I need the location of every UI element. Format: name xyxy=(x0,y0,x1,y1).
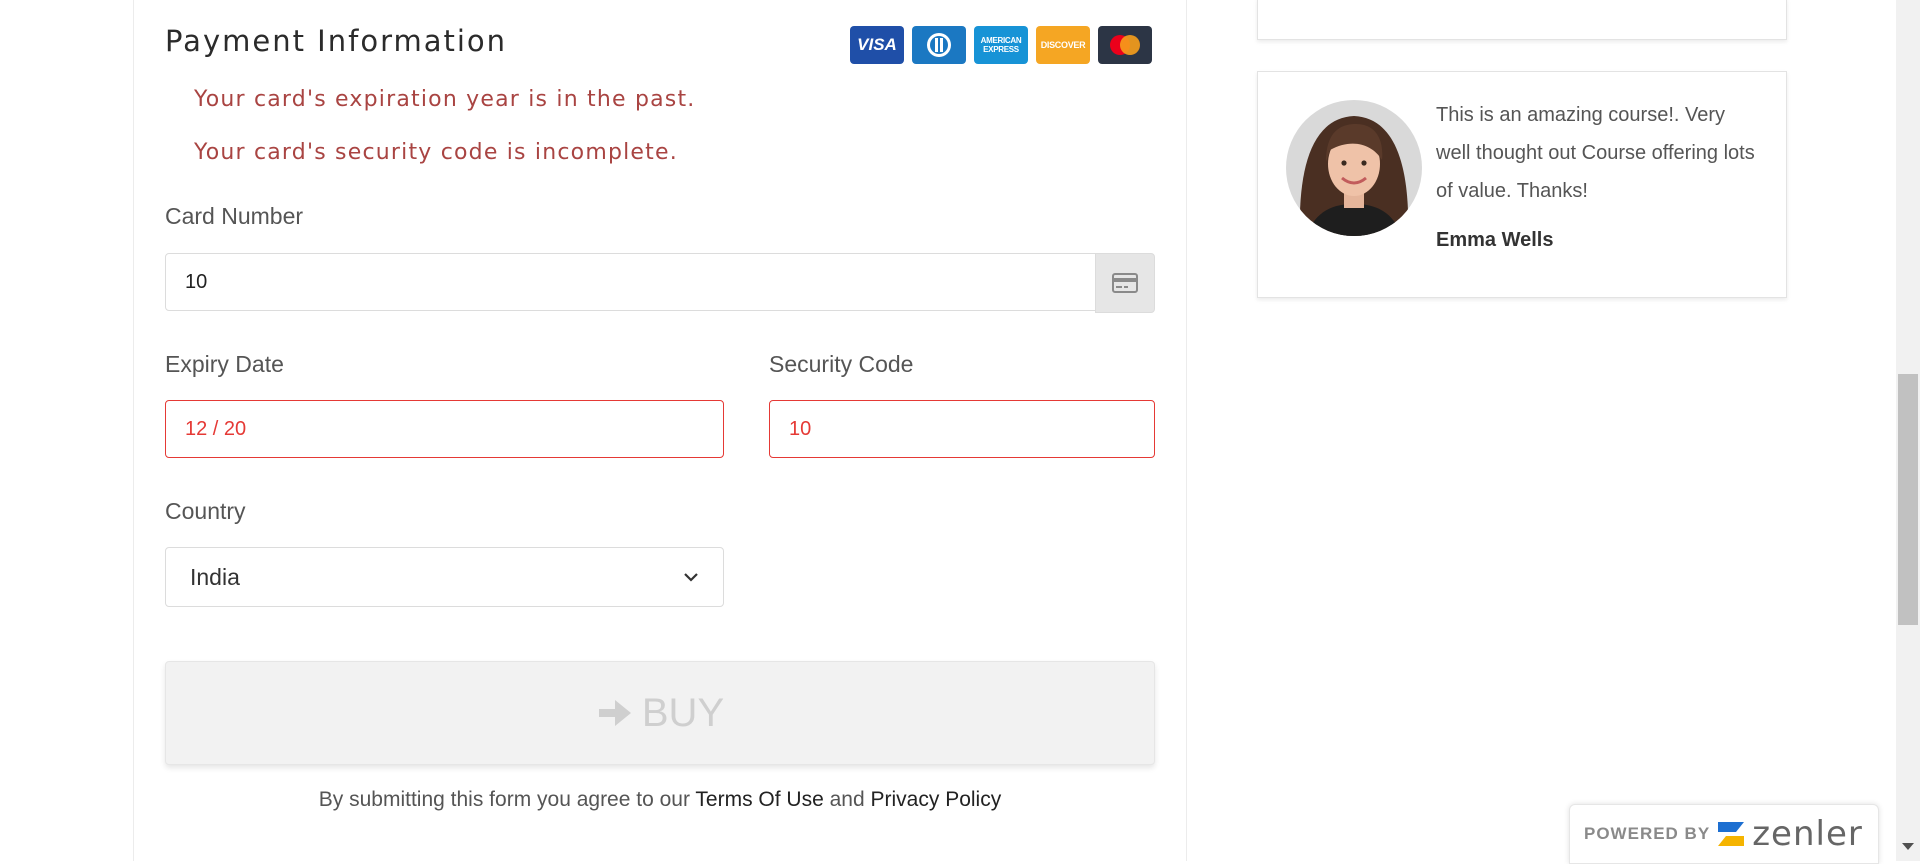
expiry-date-input[interactable]: 12 / 20 xyxy=(165,400,724,458)
sidebar-card xyxy=(1257,0,1787,40)
terms-notice: By submitting this form you agree to our… xyxy=(165,788,1155,812)
buy-button[interactable]: BUY xyxy=(165,661,1155,765)
expiry-date-value: 12 / 20 xyxy=(185,417,247,440)
terms-of-use-link[interactable]: Terms Of Use xyxy=(695,788,823,811)
security-code-input[interactable]: 10 xyxy=(769,400,1155,458)
mastercard-card-icon xyxy=(1098,26,1152,64)
scroll-down-arrow-icon[interactable] xyxy=(1902,843,1914,850)
terms-prefix: By submitting this form you agree to our xyxy=(318,788,690,811)
diners-club-card-icon xyxy=(912,26,966,64)
testimonial-quote: This is an amazing course!. Very well th… xyxy=(1436,104,1755,202)
testimonial-author: Emma Wells xyxy=(1436,229,1554,251)
security-code-label: Security Code xyxy=(769,351,914,377)
scrollbar-thumb[interactable] xyxy=(1898,374,1918,625)
security-code-value: 10 xyxy=(789,417,812,440)
accepted-cards: VISA AMERICAN EXPRESS DISCOVER xyxy=(850,26,1152,64)
country-select[interactable]: India xyxy=(165,547,724,607)
card-number-label: Card Number xyxy=(165,203,304,229)
expiry-date-label: Expiry Date xyxy=(165,351,284,377)
avatar xyxy=(1286,100,1422,236)
expiration-year-error: Your card's expiration year is in the pa… xyxy=(194,87,696,112)
american-express-card-icon: AMERICAN EXPRESS xyxy=(974,26,1028,64)
payment-information-title: Payment Information xyxy=(165,24,508,58)
card-number-value: 10 xyxy=(185,270,208,293)
card-number-input[interactable]: 10 xyxy=(165,253,1097,311)
powered-by-badge[interactable]: POWERED BY zenler xyxy=(1569,804,1879,864)
country-value: India xyxy=(190,563,240,590)
terms-conjunction: and xyxy=(829,788,865,811)
zenler-logo-icon xyxy=(1718,822,1745,846)
testimonial-card: This is an amazing course!. Very well th… xyxy=(1257,71,1787,298)
card-number-addon xyxy=(1095,253,1155,313)
zenler-brand-name: zenler xyxy=(1752,814,1863,854)
discover-card-icon: DISCOVER xyxy=(1036,26,1090,64)
credit-card-icon xyxy=(1112,273,1138,293)
buy-button-label: BUY xyxy=(641,690,725,735)
visa-card-icon: VISA xyxy=(850,26,904,64)
security-code-error: Your card's security code is incomplete. xyxy=(194,140,678,165)
chevron-down-icon xyxy=(684,573,698,582)
powered-by-label: POWERED BY xyxy=(1584,824,1711,843)
privacy-policy-link[interactable]: Privacy Policy xyxy=(871,788,1002,811)
arrow-right-icon xyxy=(598,700,631,726)
country-label: Country xyxy=(165,498,246,524)
